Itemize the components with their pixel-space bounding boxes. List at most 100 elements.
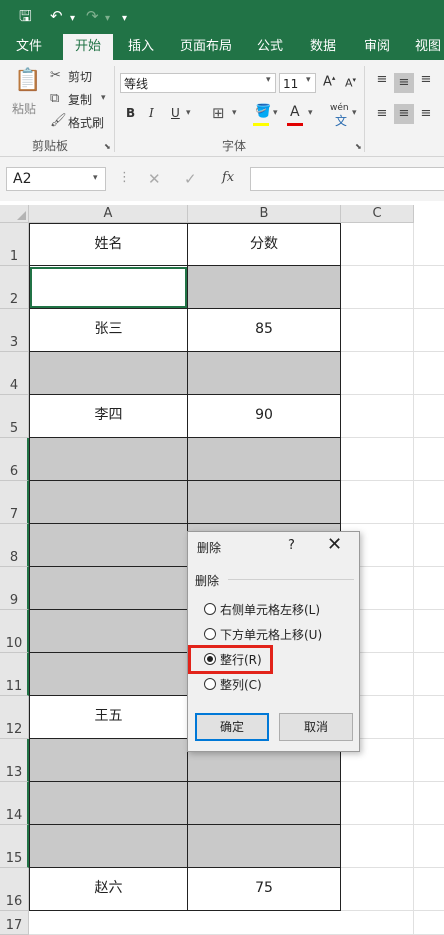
row-header[interactable]: 6	[0, 438, 29, 481]
chevron-down-icon[interactable]: ▾	[122, 9, 127, 29]
cancel-button[interactable]: 取消	[279, 713, 353, 741]
align-top-icon[interactable]: ≡	[372, 70, 392, 90]
radio-icon[interactable]	[204, 678, 216, 690]
row-header[interactable]: 17	[0, 911, 29, 935]
row-header[interactable]: 2	[0, 266, 29, 309]
paste-icon[interactable]: 📋	[14, 68, 41, 93]
row-header[interactable]: 16	[0, 868, 29, 911]
tab-view[interactable]: 视图	[408, 34, 444, 60]
cell-a16[interactable]: 赵六	[29, 868, 188, 911]
cell-a6[interactable]	[29, 438, 188, 481]
align-bottom-icon[interactable]: ≡	[416, 70, 436, 90]
radio-icon[interactable]	[204, 628, 216, 640]
row-header[interactable]: 4	[0, 352, 29, 395]
align-middle-icon[interactable]: ≡	[394, 73, 414, 93]
row-header[interactable]: 14	[0, 782, 29, 825]
cell-b7[interactable]	[188, 481, 341, 524]
row-header[interactable]: 5	[0, 395, 29, 438]
cell-b1[interactable]: 分数	[188, 223, 341, 266]
help-button[interactable]: ?	[288, 538, 295, 553]
radio-icon[interactable]	[204, 603, 216, 615]
column-header-c[interactable]: C	[341, 205, 414, 223]
row-header[interactable]: 8	[0, 524, 29, 567]
cell-a2[interactable]	[29, 266, 188, 309]
font-name-field[interactable]: 等线	[120, 73, 276, 93]
cancel-icon[interactable]: ✕	[148, 170, 161, 188]
cell-b15[interactable]	[188, 825, 341, 868]
cell-a9[interactable]	[29, 567, 188, 610]
row-header[interactable]: 9	[0, 567, 29, 610]
dialog-launcher-icon[interactable]: ⬊	[104, 142, 111, 151]
cell-a15[interactable]	[29, 825, 188, 868]
bold-button[interactable]: B	[126, 106, 135, 120]
select-all-corner[interactable]	[0, 205, 29, 223]
insert-function-icon[interactable]: fx	[222, 170, 234, 185]
cell-a4[interactable]	[29, 352, 188, 395]
fill-dropdown-icon[interactable]: ▾	[273, 108, 278, 118]
font-size-dropdown-icon[interactable]: ▾	[306, 75, 311, 85]
cell-a7[interactable]	[29, 481, 188, 524]
cell-b4[interactable]	[188, 352, 341, 395]
tab-home[interactable]: 开始	[63, 34, 113, 60]
row-header[interactable]: 12	[0, 696, 29, 739]
decrease-font-icon[interactable]: A▾	[345, 76, 356, 90]
row-header[interactable]: 10	[0, 610, 29, 653]
enter-icon[interactable]: ✓	[184, 170, 197, 188]
copy-dropdown-icon[interactable]: ▾	[101, 93, 106, 103]
row-header[interactable]: 15	[0, 825, 29, 868]
cell-a1[interactable]: 姓名	[29, 223, 188, 266]
column-header-b[interactable]: B	[188, 205, 341, 223]
tab-formulas[interactable]: 公式	[247, 34, 293, 60]
tab-insert[interactable]: 插入	[117, 34, 165, 60]
align-left-icon[interactable]: ≡	[372, 104, 392, 124]
row-header[interactable]: 1	[0, 223, 29, 266]
tab-page-layout[interactable]: 页面布局	[171, 34, 241, 60]
cell-b5[interactable]: 90	[188, 395, 341, 438]
font-color-icon[interactable]: A	[290, 104, 300, 120]
cell-a13[interactable]	[29, 739, 188, 782]
cell-b6[interactable]	[188, 438, 341, 481]
font-color-dropdown-icon[interactable]: ▾	[308, 108, 313, 118]
cell-a11[interactable]	[29, 653, 188, 696]
cell-a14[interactable]	[29, 782, 188, 825]
row-header[interactable]: 11	[0, 653, 29, 696]
cell-b2[interactable]	[188, 266, 341, 309]
name-box[interactable]: A2	[6, 167, 106, 191]
phonetic-dropdown-icon[interactable]: ▾	[352, 108, 357, 118]
italic-button[interactable]: I	[149, 106, 154, 120]
tab-file[interactable]: 文件	[6, 34, 52, 60]
cell-b3[interactable]: 85	[188, 309, 341, 352]
underline-button[interactable]: U	[171, 106, 180, 120]
font-dialog-launcher-icon[interactable]: ⬊	[355, 142, 362, 151]
cell-b16[interactable]: 75	[188, 868, 341, 911]
option-shift-left[interactable]: 右侧单元格左移(L)	[204, 601, 320, 618]
cut-button[interactable]: 剪切	[68, 68, 92, 85]
font-name-dropdown-icon[interactable]: ▾	[266, 75, 271, 85]
border-icon[interactable]: ⊞	[212, 104, 225, 122]
cell-a8[interactable]	[29, 524, 188, 567]
save-icon[interactable]: 🖫	[19, 6, 32, 26]
border-dropdown-icon[interactable]: ▾	[232, 108, 237, 118]
tab-data[interactable]: 数据	[300, 34, 346, 60]
cell-a3[interactable]: 张三	[29, 309, 188, 352]
cell-a10[interactable]	[29, 610, 188, 653]
option-entire-column[interactable]: 整列(C)	[204, 676, 262, 693]
name-box-dropdown-icon[interactable]: ▾	[93, 173, 98, 183]
align-right-icon[interactable]: ≡	[416, 104, 436, 124]
fill-color-icon[interactable]: 🪣	[255, 104, 271, 119]
increase-font-icon[interactable]: A▴	[323, 74, 335, 89]
undo-icon[interactable]: ↶	[50, 6, 63, 26]
tab-review[interactable]: 审阅	[354, 34, 400, 60]
format-painter-button[interactable]: 格式刷	[68, 114, 104, 131]
cell-a12[interactable]: 王五	[29, 696, 188, 739]
row-header[interactable]: 13	[0, 739, 29, 782]
option-shift-up[interactable]: 下方单元格上移(U)	[204, 626, 322, 643]
column-header-a[interactable]: A	[29, 205, 188, 223]
paste-button[interactable]: 粘贴	[12, 100, 36, 117]
row-header[interactable]: 7	[0, 481, 29, 524]
close-icon[interactable]: ✕	[327, 534, 342, 555]
underline-dropdown-icon[interactable]: ▾	[186, 108, 191, 118]
ok-button[interactable]: 确定	[195, 713, 269, 741]
copy-button[interactable]: 复制	[68, 91, 92, 108]
align-center-icon[interactable]: ≡	[394, 104, 414, 124]
